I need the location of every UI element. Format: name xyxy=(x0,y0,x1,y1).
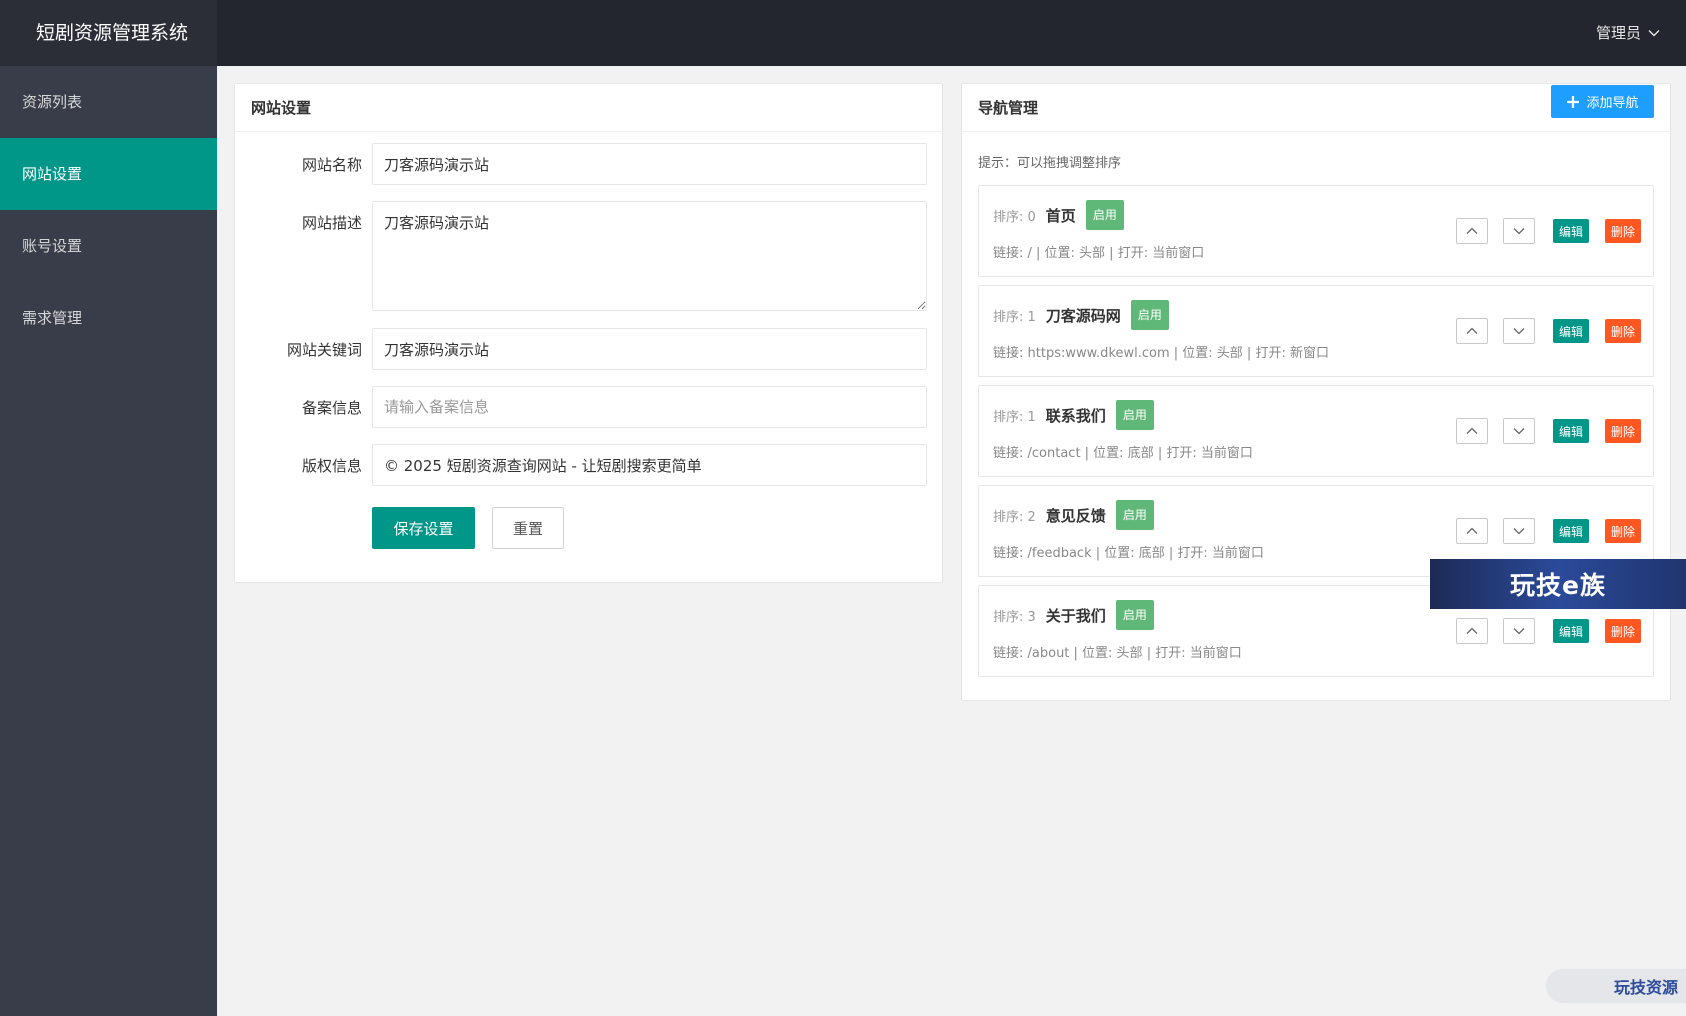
user-menu[interactable]: 管理员 xyxy=(1596,0,1660,66)
site-keywords-input[interactable] xyxy=(372,328,927,370)
move-down-button[interactable] xyxy=(1502,518,1535,544)
chevron-down-icon xyxy=(1513,328,1525,335)
site-description-label: 网站描述 xyxy=(301,214,362,232)
chevron-up-icon xyxy=(1466,627,1478,634)
nav-item-name: 意见反馈 xyxy=(1045,506,1106,525)
chevron-down-icon xyxy=(1513,428,1525,435)
add-nav-label: 添加导航 xyxy=(1586,96,1639,111)
user-name: 管理员 xyxy=(1595,24,1641,42)
chevron-up-icon xyxy=(1466,527,1478,534)
edit-button[interactable]: 编辑 xyxy=(1552,419,1589,443)
status-badge: 启用 xyxy=(1115,600,1154,630)
site-keywords-label: 网站关键词 xyxy=(286,341,362,359)
nav-item-sort: 排序: 3 xyxy=(993,609,1036,625)
nav-list-item[interactable]: 排序: 1 刀客源码网 启用 链接: https:www.dkewl.com |… xyxy=(978,285,1654,377)
status-badge: 启用 xyxy=(1085,200,1124,230)
site-settings-card: 网站设置 网站名称 网站描述 刀客源码演示站 网站关键词 备案信息 版权信息 保… xyxy=(234,83,943,583)
nav-list-item[interactable]: 排序: 0 首页 启用 链接: / | 位置: 头部 | 打开: 当前窗口 编辑… xyxy=(978,185,1654,277)
nav-item-sort: 排序: 1 xyxy=(993,309,1036,325)
delete-button[interactable]: 删除 xyxy=(1604,519,1641,543)
move-up-button[interactable] xyxy=(1455,618,1488,644)
sidebar: 短剧资源管理系统 资源列表 网站设置 账号设置 需求管理 xyxy=(0,0,217,1016)
save-settings-button[interactable]: 保存设置 xyxy=(372,507,475,549)
status-badge: 启用 xyxy=(1115,500,1154,530)
edit-button[interactable]: 编辑 xyxy=(1552,519,1589,543)
edit-button[interactable]: 编辑 xyxy=(1552,319,1589,343)
nav-list-item[interactable]: 排序: 1 联系我们 启用 链接: /contact | 位置: 底部 | 打开… xyxy=(978,385,1654,477)
nav-item-sort: 排序: 1 xyxy=(993,409,1036,425)
reset-button[interactable]: 重置 xyxy=(492,507,564,549)
move-up-button[interactable] xyxy=(1455,518,1488,544)
nav-item-meta: 链接: / | 位置: 头部 | 打开: 当前窗口 xyxy=(993,246,1205,261)
chevron-down-icon xyxy=(1513,528,1525,535)
copyright-input[interactable] xyxy=(372,444,927,486)
chevron-down-icon xyxy=(1648,30,1660,37)
move-down-button[interactable] xyxy=(1502,318,1535,344)
nav-item-sort: 排序: 0 xyxy=(993,209,1036,225)
nav-item-name: 首页 xyxy=(1045,206,1076,225)
status-badge: 启用 xyxy=(1115,400,1154,430)
site-settings-title: 网站设置 xyxy=(235,84,942,132)
delete-button[interactable]: 删除 xyxy=(1604,319,1641,343)
chevron-up-icon xyxy=(1466,227,1478,234)
site-name-input[interactable] xyxy=(372,143,927,185)
sidebar-item-site-settings[interactable]: 网站设置 xyxy=(0,138,217,210)
nav-item-name: 联系我们 xyxy=(1045,406,1106,425)
move-up-button[interactable] xyxy=(1455,418,1488,444)
add-nav-button[interactable]: 添加导航 xyxy=(1551,85,1654,118)
site-name-label: 网站名称 xyxy=(301,156,362,174)
sidebar-item-demand-management[interactable]: 需求管理 xyxy=(0,282,217,354)
edit-button[interactable]: 编辑 xyxy=(1552,219,1589,243)
nav-item-meta: 链接: /contact | 位置: 底部 | 打开: 当前窗口 xyxy=(993,446,1253,461)
watermark-banner: 玩技e族 xyxy=(1430,559,1686,609)
nav-item-meta: 链接: /about | 位置: 头部 | 打开: 当前窗口 xyxy=(993,646,1242,661)
delete-button[interactable]: 删除 xyxy=(1604,219,1641,243)
status-badge: 启用 xyxy=(1130,300,1169,330)
copyright-label: 版权信息 xyxy=(301,457,362,475)
icp-input[interactable] xyxy=(372,386,927,428)
move-up-button[interactable] xyxy=(1455,218,1488,244)
move-down-button[interactable] xyxy=(1502,618,1535,644)
move-down-button[interactable] xyxy=(1502,418,1535,444)
app-logo: 短剧资源管理系统 xyxy=(0,0,217,66)
top-header: 管理员 xyxy=(217,0,1686,66)
site-description-textarea[interactable]: 刀客源码演示站 xyxy=(372,201,927,311)
chevron-up-icon xyxy=(1466,327,1478,334)
nav-item-meta: 链接: /feedback | 位置: 底部 | 打开: 当前窗口 xyxy=(993,546,1264,561)
plus-icon xyxy=(1567,95,1580,108)
sidebar-item-account-settings[interactable]: 账号设置 xyxy=(0,210,217,282)
chevron-up-icon xyxy=(1466,427,1478,434)
nav-item-name: 关于我们 xyxy=(1045,606,1106,625)
move-up-button[interactable] xyxy=(1455,318,1488,344)
sidebar-item-resource-list[interactable]: 资源列表 xyxy=(0,66,217,138)
drag-hint: 提示：可以拖拽调整排序 xyxy=(978,156,1122,171)
move-down-button[interactable] xyxy=(1502,218,1535,244)
chevron-down-icon xyxy=(1513,228,1525,235)
nav-item-meta: 链接: https:www.dkewl.com | 位置: 头部 | 打开: 新… xyxy=(993,346,1329,361)
nav-item-name: 刀客源码网 xyxy=(1045,306,1121,325)
edit-button[interactable]: 编辑 xyxy=(1552,619,1589,643)
watermark-bottom: 玩技资源 xyxy=(1546,969,1686,1003)
delete-button[interactable]: 删除 xyxy=(1604,419,1641,443)
nav-item-sort: 排序: 2 xyxy=(993,509,1036,525)
chevron-down-icon xyxy=(1513,628,1525,635)
icp-label: 备案信息 xyxy=(301,399,362,417)
delete-button[interactable]: 删除 xyxy=(1604,619,1641,643)
